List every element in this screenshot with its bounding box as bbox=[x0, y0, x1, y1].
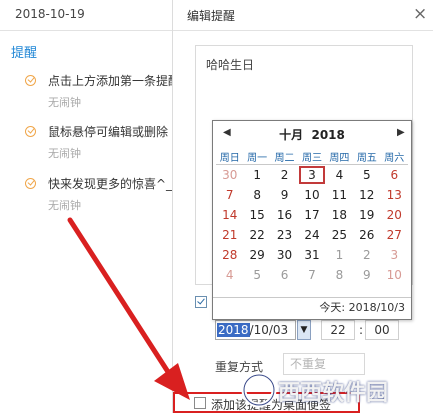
next-month-arrow-icon[interactable]: ▶ bbox=[397, 127, 405, 138]
check-circle-icon[interactable] bbox=[25, 178, 36, 189]
calendar-day[interactable]: 18 bbox=[326, 205, 353, 225]
calendar-day[interactable]: 23 bbox=[271, 225, 298, 245]
current-date: 2018-10-19 bbox=[15, 7, 85, 21]
weekday-header: 周日 bbox=[216, 149, 244, 165]
calendar-day[interactable]: 9 bbox=[271, 185, 298, 205]
minute-input[interactable]: 00 bbox=[365, 320, 399, 340]
check-circle-icon[interactable] bbox=[25, 126, 36, 137]
calendar-day[interactable]: 3 bbox=[381, 245, 408, 265]
calendar-day[interactable]: 13 bbox=[381, 185, 408, 205]
calendar-grid: 周日 周一 周二 周三 周四 周五 周六 30 1 2 3 4 5 6 7 8 9 10 11 12 13 14 15 16… bbox=[216, 149, 408, 285]
weekday-header: 周四 bbox=[325, 149, 354, 165]
item-title: 点击上方添加第一条提醒 bbox=[48, 74, 173, 88]
weekday-header: 周一 bbox=[243, 149, 271, 165]
calendar-day[interactable]: 19 bbox=[353, 205, 380, 225]
editor-title: 编辑提醒 bbox=[187, 9, 236, 23]
calendar-day[interactable]: 6 bbox=[271, 265, 298, 285]
item-alarm: 无闹钟 bbox=[48, 96, 81, 109]
calendar-day[interactable]: 22 bbox=[243, 225, 270, 245]
list-item[interactable]: 点击上方添加第一条提醒 无闹钟 bbox=[0, 72, 173, 122]
calendar-day[interactable]: 14 bbox=[216, 205, 243, 225]
date-year-selected: 2018 bbox=[217, 323, 250, 337]
calendar-day[interactable]: 24 bbox=[298, 225, 325, 245]
calendar-day[interactable]: 28 bbox=[216, 245, 243, 265]
watermark-text: 西西软件园 bbox=[278, 381, 389, 406]
list-item[interactable]: 鼠标悬停可编辑或删除 无闹钟 bbox=[0, 123, 173, 173]
calendar-day[interactable]: 2 bbox=[271, 165, 298, 186]
calendar-day[interactable]: 7 bbox=[298, 265, 325, 285]
year-label[interactable]: 2018 bbox=[311, 128, 344, 142]
time-separator: : bbox=[358, 323, 364, 337]
calendar-day[interactable]: 2 bbox=[353, 245, 380, 265]
close-icon[interactable]: × bbox=[413, 4, 427, 24]
calendar-day[interactable]: 5 bbox=[353, 165, 380, 186]
calendar-day[interactable]: 9 bbox=[353, 265, 380, 285]
desktop-note-checkbox[interactable] bbox=[194, 397, 206, 409]
item-alarm: 无闹钟 bbox=[48, 199, 81, 212]
check-circle-icon[interactable] bbox=[25, 75, 36, 86]
month-label[interactable]: 十月 bbox=[279, 128, 303, 142]
calendar-day[interactable]: 25 bbox=[326, 225, 353, 245]
calendar-day[interactable]: 10 bbox=[298, 185, 325, 205]
item-alarm: 无闹钟 bbox=[48, 147, 81, 160]
item-title: 快来发现更多的惊喜^_ bbox=[48, 177, 173, 191]
weekday-header: 周六 bbox=[380, 149, 408, 165]
calendar-day[interactable]: 20 bbox=[381, 205, 408, 225]
item-title: 鼠标悬停可编辑或删除 bbox=[48, 125, 169, 139]
calendar-day[interactable]: 1 bbox=[326, 245, 353, 265]
watermark-logo-icon bbox=[241, 372, 277, 408]
date-dropdown-button[interactable]: ▼ bbox=[297, 320, 311, 340]
list-item[interactable]: 快来发现更多的惊喜^_ 无闹钟 bbox=[0, 175, 173, 225]
today-link[interactable]: 今天: 2018/10/3 bbox=[213, 297, 411, 317]
calendar-header: ◀ 十月 2018 ▶ bbox=[213, 121, 411, 147]
calendar-day[interactable]: 10 bbox=[381, 265, 408, 285]
calendar-day[interactable]: 26 bbox=[353, 225, 380, 245]
calendar-day[interactable]: 5 bbox=[243, 265, 270, 285]
note-text: 哈哈生日 bbox=[206, 58, 255, 72]
date-input[interactable]: 2018/10/03 bbox=[215, 320, 296, 340]
repeat-select[interactable]: 不重复 bbox=[283, 353, 365, 375]
calendar-day[interactable]: 30 bbox=[216, 165, 243, 186]
calendar-popup: ◀ 十月 2018 ▶ 周日 周一 周二 周三 周四 周五 周六 30 1 2 3 4 5 6 7 8 9 10… bbox=[212, 120, 412, 320]
calendar-day[interactable]: 3 bbox=[298, 165, 325, 186]
calendar-day[interactable]: 17 bbox=[298, 205, 325, 225]
section-title: 提醒 bbox=[11, 46, 38, 61]
calendar-day[interactable]: 11 bbox=[326, 185, 353, 205]
calendar-day[interactable]: 27 bbox=[381, 225, 408, 245]
calendar-day[interactable]: 21 bbox=[216, 225, 243, 245]
calendar-day[interactable]: 30 bbox=[271, 245, 298, 265]
calendar-day[interactable]: 1 bbox=[243, 165, 270, 186]
weekday-header: 周二 bbox=[270, 149, 299, 165]
hour-input[interactable]: 22 bbox=[321, 320, 355, 340]
calendar-day[interactable]: 6 bbox=[381, 165, 408, 186]
calendar-day[interactable]: 8 bbox=[326, 265, 353, 285]
calendar-day[interactable]: 8 bbox=[243, 185, 270, 205]
chevron-down-icon: ▼ bbox=[300, 325, 308, 335]
calendar-day[interactable]: 7 bbox=[216, 185, 243, 205]
calendar-day[interactable]: 29 bbox=[243, 245, 270, 265]
calendar-day[interactable]: 4 bbox=[216, 265, 243, 285]
calendar-day[interactable]: 12 bbox=[353, 185, 380, 205]
weekday-header: 周五 bbox=[353, 149, 381, 165]
calendar-day[interactable]: 15 bbox=[243, 205, 270, 225]
calendar-month-year: 十月 2018 bbox=[213, 126, 411, 143]
list-header: 2018-10-19 bbox=[0, 0, 173, 31]
date-rest: /10/03 bbox=[249, 323, 289, 337]
calendar-day[interactable]: 4 bbox=[326, 165, 353, 186]
editor-header: 编辑提醒 × bbox=[173, 0, 433, 31]
alarm-checkbox[interactable] bbox=[195, 296, 207, 308]
calendar-day[interactable]: 16 bbox=[271, 205, 298, 225]
reminder-list-panel: 2018-10-19 提醒 点击上方添加第一条提醒 无闹钟 鼠标悬停可编辑或删除… bbox=[0, 0, 173, 413]
weekday-header: 周三 bbox=[298, 149, 326, 165]
calendar-day[interactable]: 31 bbox=[298, 245, 325, 265]
